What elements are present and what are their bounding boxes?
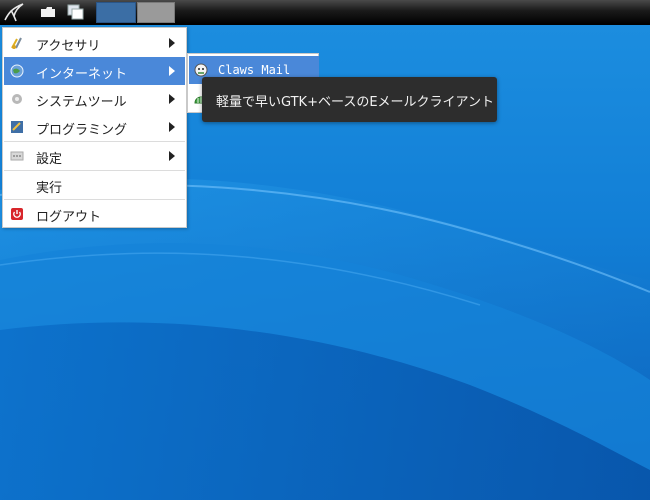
menu-item-logout[interactable]: ログアウト: [4, 200, 185, 228]
menu-item-label: インターネット: [36, 67, 128, 82]
menu-item-run[interactable]: 実行: [4, 171, 185, 199]
folder-icon: [41, 7, 55, 17]
tooltip: 軽量で早いGTK+ベースのEメールクライアント: [202, 77, 497, 122]
menu-item-label: システムツール: [36, 95, 127, 110]
show-windows-button[interactable]: [64, 2, 88, 22]
menu-item-label: 実行: [36, 181, 63, 196]
accessories-icon: [11, 37, 22, 49]
menu-item-settings[interactable]: 設定: [4, 142, 185, 170]
programming-icon: [11, 121, 23, 133]
menu-item-internet[interactable]: インターネット: [4, 57, 185, 85]
internet-globe-icon: [10, 64, 24, 78]
main-menu: アクセサリ インターネット システムツール プログラミング 設定 実行 ログアウ…: [2, 27, 187, 228]
menu-item-label: アクセサリ: [36, 39, 101, 54]
submenu-arrow-icon: [169, 94, 175, 104]
system-tools-gear-icon: [12, 94, 22, 104]
menu-item-label: 設定: [36, 152, 63, 167]
taskbar-button-active[interactable]: [96, 2, 136, 23]
menu-item-label: プログラミング: [36, 123, 128, 138]
taskbar-button-inactive[interactable]: [137, 2, 175, 23]
submenu-item-label: Claws Mail: [218, 63, 291, 77]
claws-mail-icon: [194, 63, 208, 77]
submenu-arrow-icon: [169, 122, 175, 132]
lxde-bird-icon: [4, 3, 24, 22]
submenu-arrow-icon: [169, 66, 175, 76]
menu-item-programming[interactable]: プログラミング: [4, 113, 185, 141]
submenu-arrow-icon: [169, 38, 175, 48]
menu-launcher-button[interactable]: [2, 2, 26, 22]
menu-item-system-tools[interactable]: システムツール: [4, 85, 185, 113]
submenu-arrow-icon: [169, 151, 175, 161]
menu-item-label: ログアウト: [36, 210, 102, 225]
menu-item-accessories[interactable]: アクセサリ: [4, 29, 185, 57]
settings-icon: [10, 151, 24, 161]
file-manager-button[interactable]: [36, 2, 60, 22]
windows-icon: [67, 4, 84, 20]
top-panel: [0, 0, 650, 25]
logout-power-icon: [11, 208, 23, 220]
